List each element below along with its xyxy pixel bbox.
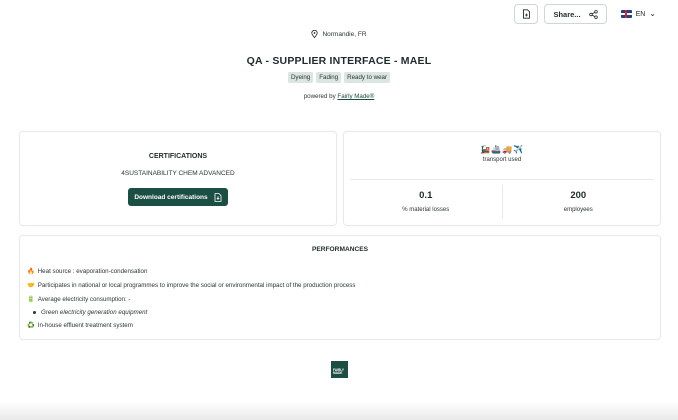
fairly-made-link[interactable]: Fairly Made® <box>337 93 374 100</box>
performance-text: Heat source : evaporation-condensation <box>37 267 148 275</box>
battery-icon: 🔋 <box>27 296 35 303</box>
divider <box>350 179 654 180</box>
certifications-card: CERTIFICATIONS 4SUSTAINABILITY CHEM ADVA… <box>19 131 337 226</box>
transport-card: 🚂🚢🚚✈️ transport used 0.1 % material loss… <box>343 131 661 226</box>
powered-prefix: powered by <box>303 93 336 100</box>
share-label: Share... <box>553 9 581 19</box>
download-certifications-button[interactable]: Download certifications <box>128 188 228 206</box>
location-pin-icon <box>311 30 319 38</box>
stat-label: employees <box>563 207 593 213</box>
document-icon <box>523 9 530 19</box>
logo-text: FAIRLY MADE <box>333 367 344 376</box>
performances-title: PERFORMANCES <box>311 246 369 253</box>
bottom-fade <box>0 402 678 420</box>
performance-item: 🤝 Participates in national or local prog… <box>27 278 356 292</box>
performance-text: Participates in national or local progra… <box>37 281 356 289</box>
performance-item: 🔋 Average electricity consumption: - <box>27 292 356 306</box>
certification-item: 4SUSTAINABILITY CHEM ADVANCED <box>121 170 235 177</box>
stat-value: 200 <box>570 190 587 201</box>
recycle-icon: ♻️ <box>27 322 35 329</box>
share-icon <box>588 9 598 19</box>
performance-list: 🔥 Heat source : evaporation-condensation… <box>27 264 356 332</box>
powered-by: powered by Fairly Made® <box>0 93 678 100</box>
chevron-down-icon: ⌄ <box>649 9 656 18</box>
stat-material-losses: 0.1 % material losses <box>350 185 502 219</box>
tag-dyeing: Dyeing <box>287 72 314 83</box>
performance-item: 🔥 Heat source : evaporation-condensation <box>27 264 356 278</box>
location-text: Normandie, FR <box>322 30 367 38</box>
performance-subitem: Green electricity generation equipment <box>27 306 356 318</box>
location: Normandie, FR <box>0 30 678 38</box>
handshake-icon: 🤝 <box>27 282 35 289</box>
page-header: Normandie, FR QA - SUPPLIER INTERFACE - … <box>0 30 678 100</box>
performances-card: PERFORMANCES 🔥 Heat source : evaporation… <box>19 235 661 340</box>
performance-item: ♻️ In-house effluent treatment system <box>27 318 356 332</box>
stat-employees: 200 employees <box>501 185 655 219</box>
language-label: EN <box>635 10 646 18</box>
top-toolbar: Share... EN ⌄ <box>514 4 656 24</box>
fairly-made-logo[interactable]: FAIRLY MADE <box>331 361 348 378</box>
tag-fading: Fading <box>316 72 342 83</box>
transport-label: transport used <box>482 157 522 163</box>
document-button[interactable] <box>514 4 539 24</box>
stat-label: % material losses <box>402 207 450 213</box>
performance-text: Average electricity consumption: - <box>37 295 131 303</box>
download-label: Download certifications <box>134 193 208 201</box>
certifications-title: CERTIFICATIONS <box>148 153 208 160</box>
file-download-icon <box>214 192 222 202</box>
language-selector[interactable]: EN ⌄ <box>620 9 656 18</box>
tag-ready-to-wear: Ready to wear <box>344 72 391 83</box>
page-title: QA - SUPPLIER INTERFACE - MAEL <box>246 55 432 67</box>
stat-value: 0.1 <box>419 190 433 201</box>
transport-icons: 🚂🚢🚚✈️ <box>480 145 524 154</box>
share-button[interactable]: Share... <box>544 4 607 24</box>
bullet-icon <box>33 310 36 314</box>
performance-text: In-house effluent treatment system <box>37 321 133 329</box>
performance-subtext: Green electricity generation equipment <box>41 308 148 316</box>
tag-list: Dyeing Fading Ready to wear <box>0 72 678 83</box>
fire-icon: 🔥 <box>27 268 35 275</box>
stats-row: 0.1 % material losses 200 employees <box>350 185 654 219</box>
uk-flag-icon <box>620 10 632 18</box>
